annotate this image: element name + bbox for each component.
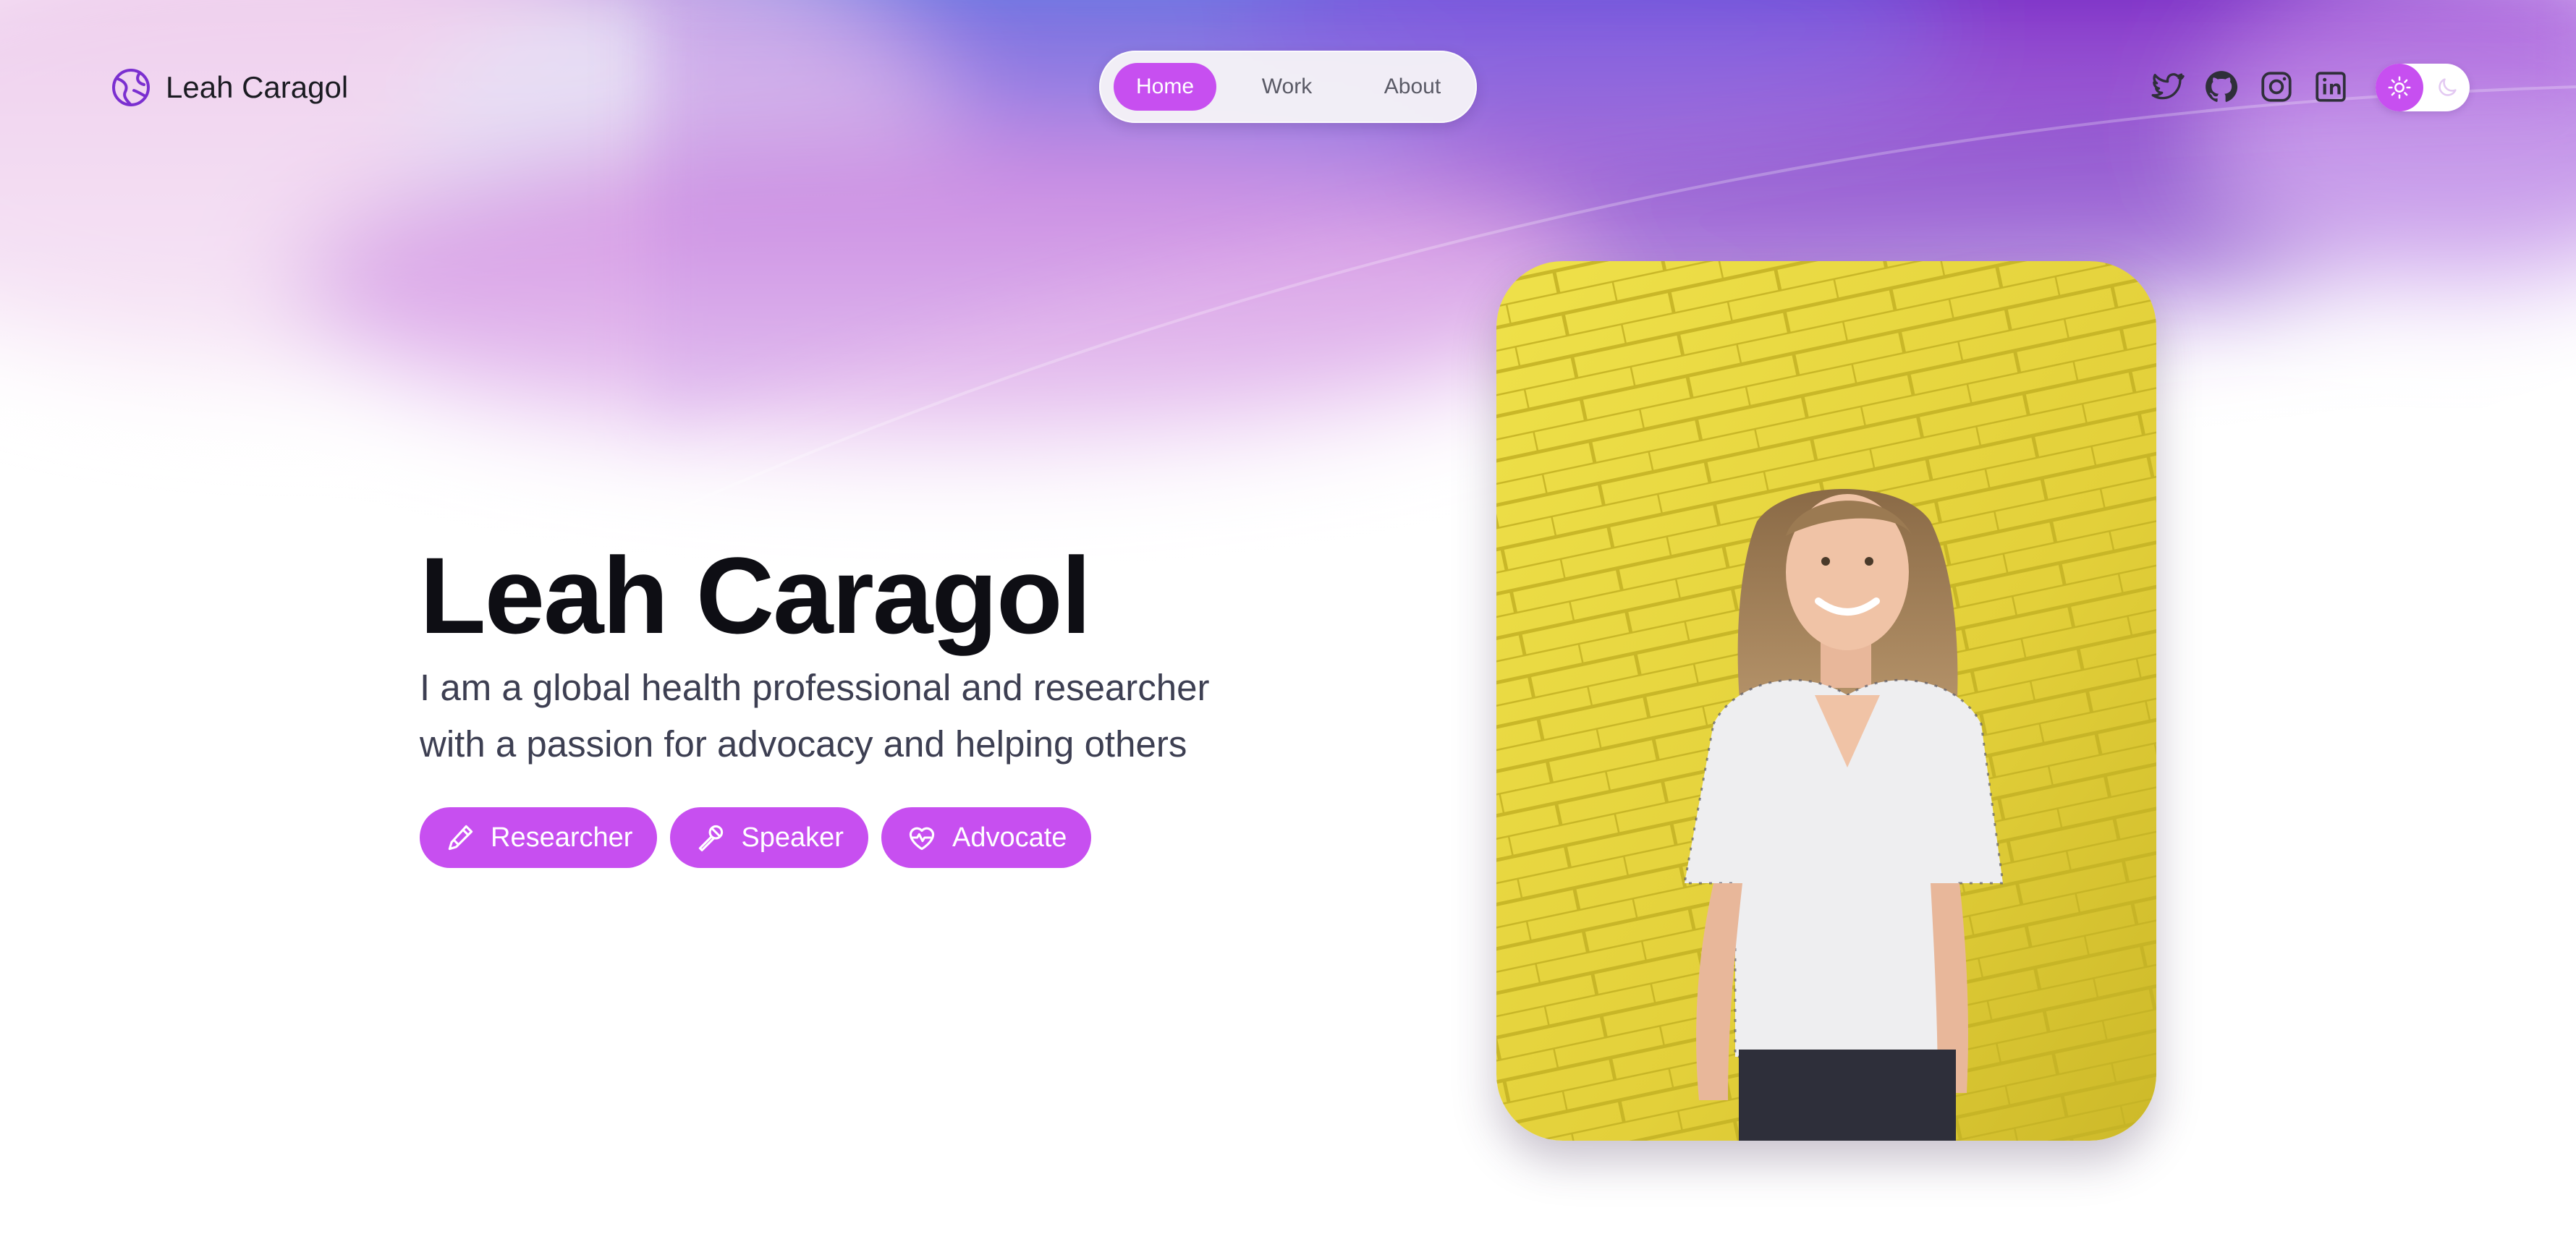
- hero-subtitle-line-1: I am a global health professional and re…: [420, 667, 1210, 708]
- nav-home[interactable]: Home: [1114, 63, 1216, 111]
- linkedin-icon[interactable]: [2313, 69, 2349, 105]
- hero-subtitle-line-2: with a passion for advocacy and helping …: [420, 723, 1187, 765]
- site-logo[interactable]: Leah Caragol: [111, 67, 348, 108]
- tag-advocate[interactable]: Advocate: [881, 807, 1092, 868]
- nav-work[interactable]: Work: [1238, 63, 1336, 111]
- tag-speaker[interactable]: Speaker: [670, 807, 868, 868]
- pencil-icon: [444, 822, 476, 854]
- tag-label: Advocate: [952, 822, 1067, 853]
- globe-icon: [111, 67, 151, 108]
- hero-background: [0, 0, 2576, 1234]
- hero-title: Leah Caragol: [420, 535, 1091, 656]
- heart-pulse-icon: [906, 822, 938, 854]
- tag-label: Speaker: [741, 822, 844, 853]
- portrait-photo: [1496, 261, 2156, 1141]
- hero-subtitle: I am a global health professional and re…: [420, 660, 1331, 773]
- microphone-icon: [695, 822, 726, 854]
- instagram-icon[interactable]: [2258, 69, 2295, 105]
- site-name: Leah Caragol: [166, 70, 349, 104]
- main-nav: Home Work About: [1099, 51, 1477, 123]
- moon-icon: [2435, 75, 2460, 100]
- twitter-icon[interactable]: [2149, 69, 2185, 105]
- tag-researcher[interactable]: Researcher: [420, 807, 658, 868]
- tag-label: Researcher: [491, 822, 633, 853]
- github-icon[interactable]: [2203, 69, 2240, 105]
- role-tags: Researcher Speaker Advocate: [420, 807, 1092, 868]
- sun-icon: [2376, 64, 2423, 111]
- theme-toggle[interactable]: [2376, 64, 2470, 111]
- nav-about[interactable]: About: [1362, 63, 1463, 111]
